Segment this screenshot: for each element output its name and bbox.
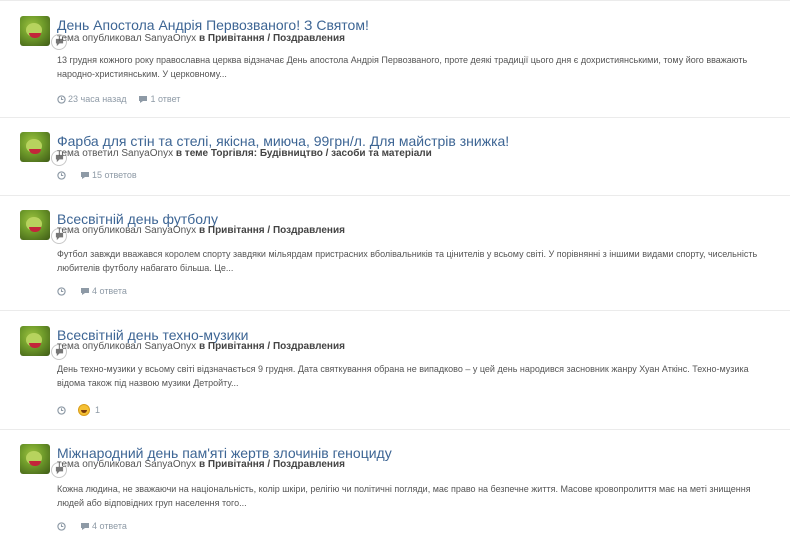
divider bbox=[0, 429, 790, 430]
item-time[interactable]: 23 часа назад bbox=[68, 93, 126, 105]
divider bbox=[0, 117, 790, 118]
item-stats: 4 ответа bbox=[57, 285, 127, 297]
laughing-reaction-icon[interactable] bbox=[78, 404, 90, 416]
reply-count: 4 ответа bbox=[92, 286, 127, 296]
activity-item: День Апостола Андрія Первозваного! З Свя… bbox=[0, 16, 790, 116]
clock-icon bbox=[57, 170, 66, 180]
activity-item: Фарба для стін та стелі, якісна, миюча, … bbox=[0, 132, 790, 192]
reply-count: 15 ответов bbox=[92, 170, 137, 180]
item-snippet: 13 грудня кожного року православна церкв… bbox=[57, 55, 748, 79]
item-meta: тема опубликовал SanyaOnyx в Привітання … bbox=[57, 459, 345, 470]
comment-icon bbox=[139, 95, 148, 103]
author-link[interactable]: SanyaOnyx bbox=[144, 459, 196, 470]
item-stats: 15 ответов bbox=[57, 169, 137, 181]
item-stats: 1 bbox=[57, 404, 100, 416]
author-link[interactable]: SanyaOnyx bbox=[144, 33, 196, 44]
item-meta: тема опубликовал SanyaOnyx в Привітання … bbox=[57, 341, 345, 352]
clock-icon bbox=[57, 286, 66, 296]
item-meta: тема ответил SanyaOnyx в теме Торгівля: … bbox=[57, 148, 432, 159]
item-stats: 4 ответа bbox=[57, 520, 127, 532]
forum-link[interactable]: Привітання / Поздравления bbox=[208, 459, 345, 470]
avatar[interactable] bbox=[20, 210, 67, 244]
comment-icon bbox=[81, 522, 89, 530]
avatar[interactable] bbox=[20, 16, 67, 50]
item-snippet: День техно-музики у всьому світі відзнач… bbox=[57, 364, 749, 388]
activity-item: Всесвітній день техно-музики тема опубли… bbox=[0, 326, 790, 426]
item-snippet: Кожна людина, не зважаючи на національні… bbox=[57, 484, 751, 508]
reaction-count: 1 bbox=[95, 405, 101, 415]
avatar[interactable] bbox=[20, 326, 67, 360]
author-link[interactable]: SanyaOnyx bbox=[144, 341, 196, 352]
divider bbox=[0, 310, 790, 311]
avatar[interactable] bbox=[20, 132, 67, 166]
reply-count: 4 ответа bbox=[92, 521, 127, 531]
item-snippet: Футбол завжди вважався королем спорту за… bbox=[57, 249, 758, 273]
forum-link[interactable]: Привітання / Поздравления bbox=[208, 225, 345, 236]
author-link[interactable]: SanyaOnyx bbox=[144, 225, 196, 236]
forum-link[interactable]: Привітання / Поздравления bbox=[208, 33, 345, 44]
item-meta: тема опубликовал SanyaOnyx в Привітання … bbox=[57, 225, 345, 236]
activity-item: Всесвітній день футболу тема опубликовал… bbox=[0, 210, 790, 305]
comment-icon bbox=[81, 287, 89, 295]
comment-icon bbox=[81, 171, 89, 179]
author-link[interactable]: SanyaOnyx bbox=[121, 148, 173, 159]
top-divider bbox=[0, 0, 790, 1]
clock-icon bbox=[57, 521, 66, 531]
clock-icon bbox=[57, 405, 66, 415]
forum-link[interactable]: Торгівля: Будівництво / засоби та матері… bbox=[211, 148, 432, 159]
clock-icon bbox=[57, 94, 66, 104]
forum-link[interactable]: Привітання / Поздравления bbox=[208, 341, 345, 352]
activity-item: Міжнародний день пам'яті жертв злочинів … bbox=[0, 444, 790, 541]
reply-count: 1 ответ bbox=[150, 94, 181, 104]
item-meta: тема опубликовал SanyaOnyx в Привітання … bbox=[57, 33, 345, 44]
item-stats: 23 часа назад 1 ответ bbox=[57, 93, 180, 105]
divider bbox=[0, 195, 790, 196]
avatar[interactable] bbox=[20, 444, 67, 478]
